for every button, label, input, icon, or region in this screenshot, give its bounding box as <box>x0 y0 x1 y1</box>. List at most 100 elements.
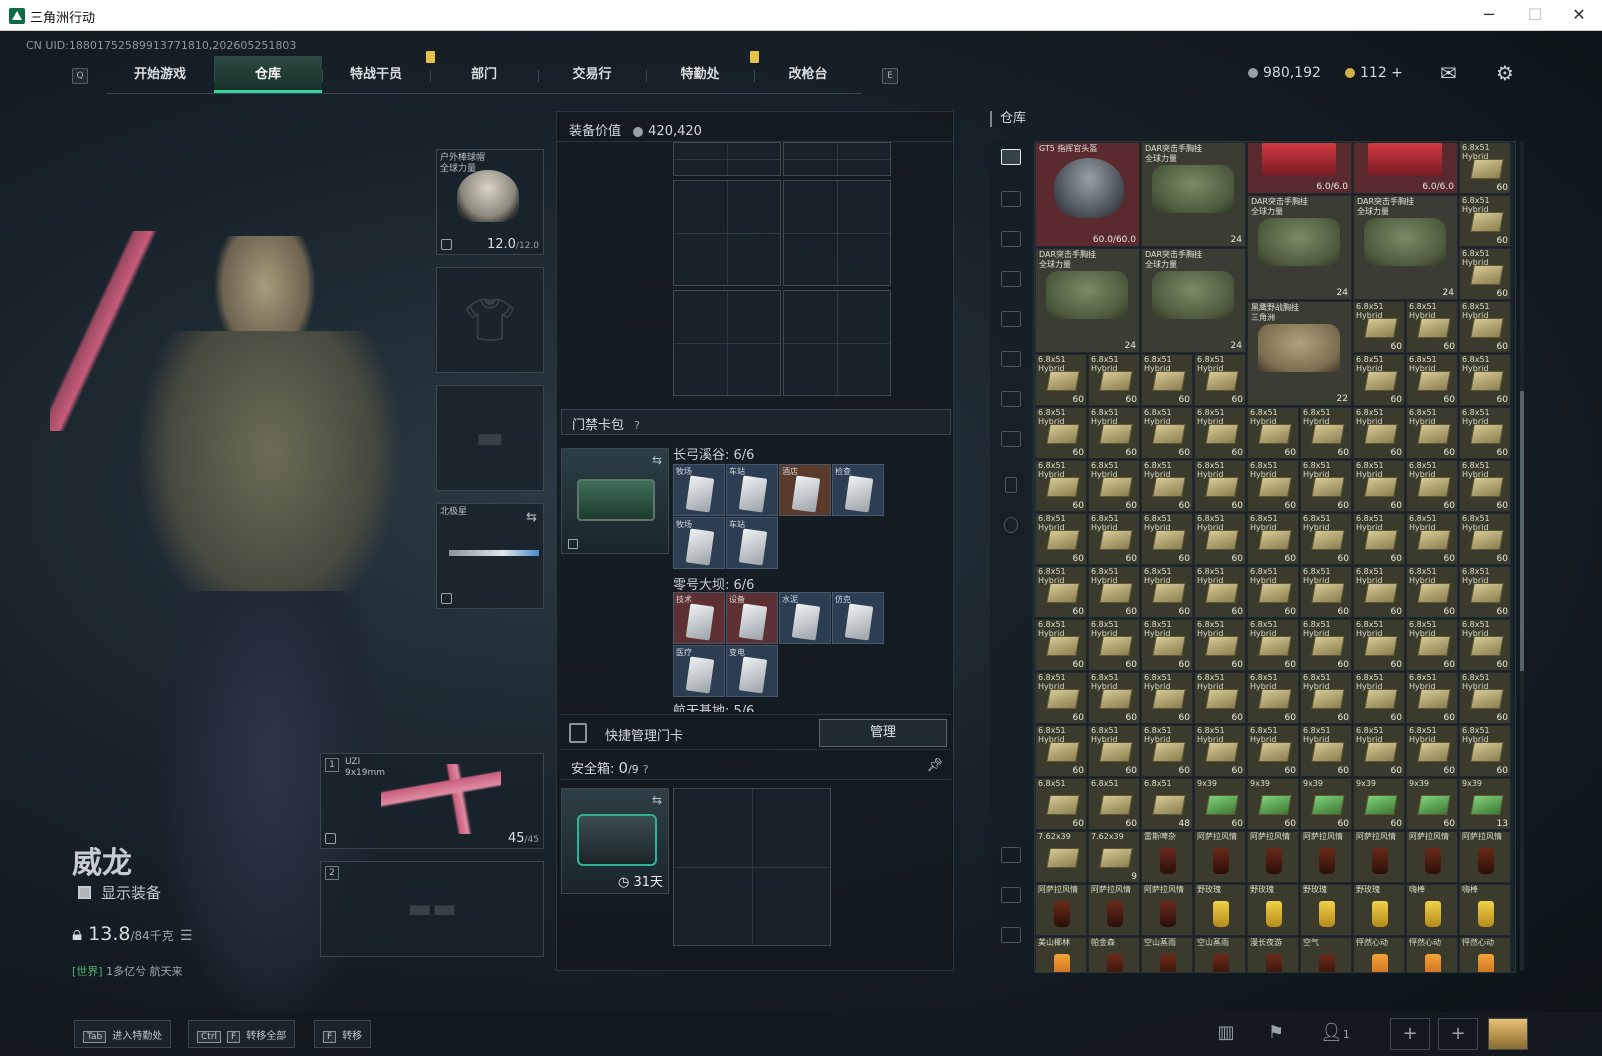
storage-item[interactable]: 6.8x51 Hybrid 60 <box>1353 672 1405 724</box>
backpack-grid[interactable] <box>783 142 891 176</box>
storage-item[interactable]: 6.8x51 Hybrid 60 <box>1406 354 1458 406</box>
storage-tab-icon[interactable] <box>1001 271 1021 287</box>
storage-item[interactable]: 6.8x51 Hybrid 60 <box>1194 566 1246 618</box>
storage-item[interactable]: 6.8x51 Hybrid 60 <box>1353 725 1405 777</box>
storage-item[interactable]: 6.8x51 Hybrid 60 <box>1141 513 1193 565</box>
storage-item[interactable]: 6.8x51 Hybrid 60 <box>1194 513 1246 565</box>
storage-item[interactable]: 6.8x51 Hybrid 60 <box>1459 513 1511 565</box>
backpack-grid[interactable] <box>673 142 781 176</box>
maximize-button[interactable]: ☐ <box>1512 4 1558 26</box>
storage-item[interactable]: 6.8x51 Hybrid 60 <box>1194 407 1246 459</box>
storage-item[interactable]: 9x39 60 <box>1300 778 1352 830</box>
storage-item[interactable]: 雷斯啤杂 <box>1141 831 1193 883</box>
scrollbar-thumb[interactable] <box>1520 391 1524 671</box>
storage-item[interactable]: 6.8x51 Hybrid 60 <box>1088 672 1140 724</box>
storage-item[interactable]: 6.0/6.0 <box>1247 142 1352 194</box>
safebox-item[interactable]: ⇆ ◷ 31天 <box>561 788 669 894</box>
storage-item[interactable]: 9x39 60 <box>1353 778 1405 830</box>
squad-icon[interactable]: 👤︎1 <box>1310 1018 1360 1050</box>
storage-item[interactable]: DAR突击手胸挂 全球力量 24 <box>1247 195 1352 300</box>
storage-item[interactable]: DAR突击手胸挂 全球力量 24 <box>1035 248 1140 353</box>
storage-item[interactable]: 野玫瑰 <box>1247 884 1299 936</box>
storage-item[interactable]: 6.8x51 Hybrid 60 <box>1194 354 1246 406</box>
storage-item[interactable]: 6.8x51 Hybrid 60 <box>1406 672 1458 724</box>
storage-item[interactable]: 美山椰林 <box>1035 937 1087 972</box>
storage-item[interactable]: 6.8x51 Hybrid 60 <box>1300 407 1352 459</box>
stats-icon[interactable]: ▥ <box>1206 1018 1246 1050</box>
storage-item[interactable]: GT5 指挥官头盔 60.0/60.0 <box>1035 142 1140 247</box>
tab-3[interactable]: 部门 <box>430 56 538 93</box>
storage-item[interactable]: 6.8x51 Hybrid 60 <box>1247 725 1299 777</box>
help-icon[interactable]: ? <box>643 763 649 776</box>
storage-item[interactable]: 9x39 60 <box>1194 778 1246 830</box>
storage-item[interactable]: 6.8x51 Hybrid 60 <box>1141 672 1193 724</box>
storage-item[interactable]: 6.8x51 Hybrid 60 <box>1353 619 1405 671</box>
keycard[interactable]: 水泥 <box>779 592 831 644</box>
storage-item[interactable]: 阿萨拉风情 <box>1035 884 1087 936</box>
invite-plus-button[interactable]: + <box>1390 1018 1430 1050</box>
storage-item[interactable]: 6.8x51 Hybrid 60 <box>1141 619 1193 671</box>
keycard[interactable]: 设备 <box>726 592 778 644</box>
storage-item[interactable]: 6.8x51 Hybrid 60 <box>1035 672 1087 724</box>
storage-item[interactable]: DAR突击手胸挂 全球力量 24 <box>1141 142 1246 247</box>
close-button[interactable]: ✕ <box>1556 4 1602 26</box>
tab-5[interactable]: 特勤处 <box>646 51 759 93</box>
storage-tab-icon[interactable] <box>1001 231 1021 247</box>
storage-item[interactable]: 6.8x51 Hybrid 60 <box>1300 513 1352 565</box>
manage-button[interactable]: 管理 <box>819 719 947 747</box>
chat-line[interactable]: [世界] 1多亿兮 航天来 <box>72 963 183 979</box>
storage-item[interactable]: DAR突击手胸挂 全球力量 24 <box>1353 195 1458 300</box>
storage-item[interactable]: 6.8x51 Hybrid 60 <box>1459 619 1511 671</box>
storage-item[interactable]: 6.8x51 Hybrid 60 <box>1406 407 1458 459</box>
storage-item[interactable]: 6.8x51 Hybrid 60 <box>1035 725 1087 777</box>
keycard[interactable]: 技术 <box>673 592 725 644</box>
keycard[interactable]: 仿克 <box>832 592 884 644</box>
storage-item[interactable]: 6.8x51 Hybrid 60 <box>1247 513 1299 565</box>
storage-item[interactable]: 6.8x51 Hybrid 60 <box>1459 248 1511 300</box>
swap-icon[interactable]: ⇆ <box>652 453 662 467</box>
storage-item[interactable]: 6.8x51 Hybrid 60 <box>1035 407 1087 459</box>
storage-item[interactable]: 怦然心动 <box>1406 937 1458 972</box>
storage-item[interactable]: 6.8x51 Hybrid 60 <box>1459 460 1511 512</box>
layers-icon[interactable] <box>1001 887 1021 903</box>
invite-plus-button[interactable]: + <box>1438 1018 1478 1050</box>
storage-item[interactable]: 6.8x51 Hybrid 60 <box>1088 354 1140 406</box>
storage-item[interactable]: 6.8x51 Hybrid 60 <box>1035 460 1087 512</box>
storage-item[interactable]: 6.8x51 Hybrid 60 <box>1300 725 1352 777</box>
pin-icon[interactable]: 📌︎ <box>926 758 943 773</box>
storage-item[interactable]: 6.8x51 Hybrid 60 <box>1035 619 1087 671</box>
storage-item[interactable]: 6.8x51 60 <box>1035 778 1087 830</box>
secondary-weapon-slot[interactable]: 2 ▬▬ <box>320 861 544 957</box>
storage-item[interactable]: 6.8x51 Hybrid 60 <box>1247 566 1299 618</box>
storage-item[interactable]: 6.8x51 Hybrid 60 <box>1459 407 1511 459</box>
safebox-grid[interactable] <box>673 788 831 946</box>
storage-item[interactable]: 6.8x51 Hybrid 60 <box>1353 513 1405 565</box>
storage-item[interactable]: 6.8x51 Hybrid 60 <box>1300 566 1352 618</box>
storage-item[interactable]: 6.8x51 Hybrid 60 <box>1247 460 1299 512</box>
storage-item[interactable]: 阿萨拉风情 <box>1141 884 1193 936</box>
storage-item[interactable]: 9x39 13 <box>1459 778 1511 830</box>
minimize-button[interactable]: ─ <box>1466 4 1512 26</box>
storage-item[interactable]: 6.8x51 Hybrid 60 <box>1088 725 1140 777</box>
storage-item[interactable]: 6.8x51 Hybrid 60 <box>1459 725 1511 777</box>
storage-item[interactable]: 6.8x51 Hybrid 60 <box>1300 460 1352 512</box>
tab-2[interactable]: 特战干员 <box>322 51 435 93</box>
storage-item[interactable]: 漫长夜游 <box>1247 937 1299 972</box>
keycard[interactable]: 检查 <box>832 464 884 516</box>
storage-item[interactable]: 6.8x51 Hybrid 60 <box>1088 407 1140 459</box>
storage-item[interactable]: 帕金森 <box>1088 937 1140 972</box>
storage-item[interactable]: 6.8x51 Hybrid 60 <box>1459 672 1511 724</box>
storage-item[interactable]: 7.62x39 <box>1035 831 1087 883</box>
storage-item[interactable]: 6.8x51 Hybrid 60 <box>1353 301 1405 353</box>
storage-item[interactable]: 6.8x51 Hybrid 60 <box>1247 407 1299 459</box>
swap-icon[interactable]: ⇆ <box>652 793 662 807</box>
storage-item[interactable]: 6.8x51 Hybrid 60 <box>1088 566 1140 618</box>
storage-item[interactable]: 6.8x51 Hybrid 60 <box>1459 354 1511 406</box>
keycard[interactable]: 变电 <box>726 645 778 697</box>
storage-item[interactable]: 6.8x51 Hybrid 60 <box>1194 460 1246 512</box>
storage-tab-icon[interactable] <box>1001 351 1021 367</box>
storage-item[interactable]: 6.8x51 60 <box>1088 778 1140 830</box>
storage-item[interactable]: 6.8x51 48 <box>1141 778 1193 830</box>
settings-gear-icon[interactable]: ⚙ <box>1496 61 1514 85</box>
storage-tab-icon[interactable] <box>1001 311 1021 327</box>
